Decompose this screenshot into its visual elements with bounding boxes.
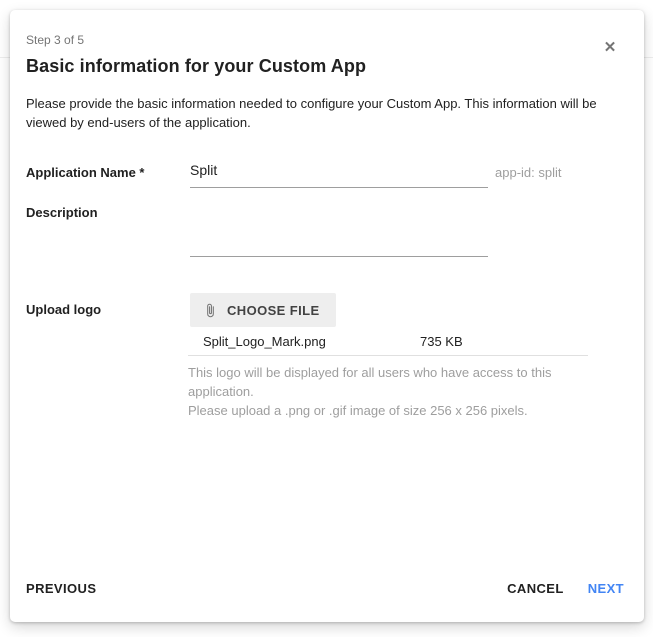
dialog-footer: PREVIOUS CANCEL NEXT (26, 577, 624, 601)
choose-file-label: CHOOSE FILE (227, 303, 320, 318)
logo-help-line-1: This logo will be displayed for all user… (188, 363, 598, 401)
app-id-hint: app-id: split (495, 162, 561, 182)
dialog-title: Basic information for your Custom App (26, 54, 620, 78)
paperclip-icon (203, 301, 218, 320)
uploaded-file-row: Split_Logo_Mark.png 735 KB (188, 333, 588, 356)
close-icon[interactable]: ✕ (600, 38, 620, 58)
application-name-row: Application Name * app-id: split (26, 162, 620, 188)
uploaded-file-name: Split_Logo_Mark.png (188, 333, 420, 351)
previous-button[interactable]: PREVIOUS (26, 577, 96, 601)
logo-help-text: This logo will be displayed for all user… (188, 363, 598, 420)
description-label: Description (26, 202, 190, 222)
next-button[interactable]: NEXT (588, 577, 624, 601)
description-input[interactable] (190, 202, 488, 257)
step-indicator: Step 3 of 5 (26, 33, 620, 47)
dialog-intro-text: Please provide the basic information nee… (26, 94, 620, 132)
description-row: Description (26, 202, 620, 257)
cancel-button[interactable]: CANCEL (507, 577, 564, 601)
uploaded-file-size: 735 KB (420, 333, 463, 351)
application-name-label: Application Name * (26, 162, 190, 182)
choose-file-button[interactable]: CHOOSE FILE (190, 293, 336, 327)
application-name-input[interactable] (190, 162, 488, 188)
page-background: ✕ Step 3 of 5 Basic information for your… (0, 0, 653, 637)
logo-help-line-2: Please upload a .png or .gif image of si… (188, 401, 598, 420)
upload-logo-row: Upload logo CHOOSE FILE (26, 293, 620, 327)
upload-logo-label: Upload logo (26, 301, 190, 319)
custom-app-dialog: ✕ Step 3 of 5 Basic information for your… (10, 10, 644, 622)
